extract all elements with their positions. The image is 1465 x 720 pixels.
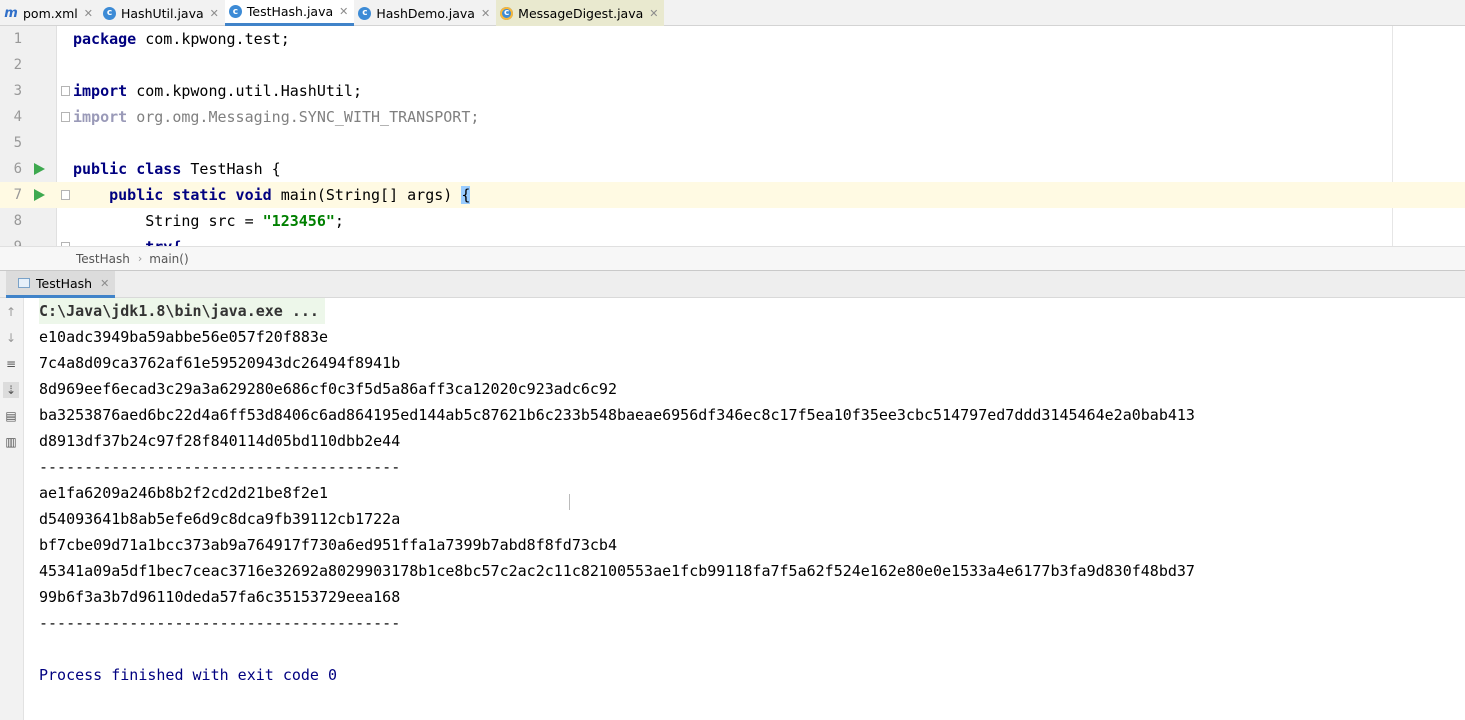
console-icon: [18, 278, 30, 288]
tab-run-testhash[interactable]: TestHash ✕: [6, 271, 116, 298]
tab-testhash-java[interactable]: c TestHash.java ✕: [224, 0, 355, 26]
line-number: 7: [0, 182, 22, 208]
tab-hashutil-java[interactable]: c HashUtil.java ✕: [99, 0, 225, 26]
text-cursor: [569, 494, 570, 510]
code-line[interactable]: 4 import org.omg.Messaging.SYNC_WITH_TRA…: [0, 104, 1465, 130]
tab-label: MessageDigest.java: [518, 5, 644, 21]
keyword: public static void: [109, 186, 272, 204]
line-number: 9: [0, 234, 22, 246]
code-line[interactable]: 9 try{: [0, 234, 1465, 246]
console-command-line: C:\Java\jdk1.8\bin\java.exe ...: [39, 298, 325, 324]
run-tab-label: TestHash: [36, 275, 93, 291]
library-class-icon: c: [500, 6, 514, 20]
close-icon[interactable]: ✕: [339, 5, 348, 18]
close-icon[interactable]: ✕: [84, 7, 93, 20]
keyword: import: [73, 108, 128, 126]
run-icon[interactable]: [34, 163, 45, 175]
code-line[interactable]: 5: [0, 130, 1465, 156]
tab-messagedigest-java[interactable]: c MessageDigest.java ✕: [496, 0, 665, 26]
console-line: d8913df37b24c97f28f840114d05bd110dbb2e44: [39, 432, 401, 450]
code-text: public static void main(String[] args) {: [73, 182, 471, 208]
console-separator: ----------------------------------------: [39, 614, 401, 632]
tab-label: HashUtil.java: [121, 5, 204, 21]
keyword: import: [73, 82, 128, 100]
chevron-right-icon: ›: [137, 252, 143, 265]
tab-pom-xml[interactable]: m pom.xml ✕: [0, 0, 99, 26]
code-fragment: org.omg.Messaging.SYNC_WITH_TRANSPORT;: [127, 108, 480, 126]
maven-icon: m: [4, 5, 18, 21]
console-line: ae1fa6209a246b8b2f2cd2d21be8f2e1: [39, 484, 328, 502]
matched-brace: {: [461, 186, 471, 204]
keyword: public class: [73, 160, 182, 178]
java-class-icon: c: [103, 6, 116, 20]
code-text-unused: import org.omg.Messaging.SYNC_WITH_TRANS…: [73, 104, 479, 130]
tab-label: TestHash.java: [246, 4, 334, 19]
code-text: String src = "123456";: [73, 208, 344, 234]
code-fragment: String src =: [73, 212, 263, 230]
code-line[interactable]: 1 package com.kpwong.test;: [0, 26, 1465, 52]
line-number: 1: [13, 31, 22, 47]
arrow-down-icon[interactable]: ↓: [3, 330, 19, 346]
line-number: 6: [13, 161, 22, 177]
trash-icon[interactable]: ▥: [3, 434, 19, 450]
close-icon[interactable]: ✕: [100, 277, 109, 290]
breadcrumb-item-class[interactable]: TestHash: [76, 252, 130, 266]
console-line: 8d969eef6ecad3c29a3a629280e686cf0c3f5d5a…: [39, 380, 617, 398]
process-finished-message: Process finished with exit code 0: [39, 666, 338, 684]
code-text: package com.kpwong.test;: [73, 26, 290, 52]
run-toolbar: ↑ ↓ ≡ ⇣ ▤ ▥: [0, 298, 24, 720]
console-line: bf7cbe09d71a1bcc373ab9a764917f730a6ed951…: [39, 536, 617, 554]
code-line[interactable]: 2: [0, 52, 1465, 78]
code-fragment: main(String[] args): [271, 186, 462, 204]
code-line[interactable]: 3 import com.kpwong.util.HashUtil;: [0, 78, 1465, 104]
java-class-icon: c: [358, 6, 372, 20]
breadcrumb-item-method[interactable]: main(): [149, 252, 188, 266]
code-text: try{: [73, 234, 181, 246]
run-tool-window-header: TestHash ✕: [0, 270, 1465, 298]
console-line: 7c4a8d09ca3762af61e59520943dc26494f8941b: [39, 354, 401, 372]
line-number: 5: [13, 135, 22, 151]
console-line: ba3253876aed6bc22d4a6ff53d8406c6ad864195…: [39, 406, 1195, 424]
code-line-current[interactable]: 7 public static void main(String[] args)…: [0, 182, 1465, 208]
fold-icon[interactable]: [61, 86, 70, 96]
fold-icon[interactable]: [61, 190, 70, 200]
code-text: import com.kpwong.util.HashUtil;: [73, 78, 362, 104]
editor-tab-bar: m pom.xml ✕ c HashUtil.java ✕ c TestHash…: [0, 0, 1465, 26]
close-icon[interactable]: ✕: [649, 7, 658, 20]
code-editor[interactable]: 1 package com.kpwong.test; 2 3 import co…: [0, 26, 1465, 246]
string-literal: "123456": [262, 212, 335, 230]
line-number: 4: [13, 109, 22, 125]
arrow-up-icon[interactable]: ↑: [3, 304, 19, 320]
line-number: 8: [13, 213, 22, 229]
close-icon[interactable]: ✕: [481, 7, 490, 20]
console-line: e10adc3949ba59abbe56e057f20f883e: [39, 328, 328, 346]
tab-label: HashDemo.java: [376, 5, 475, 21]
close-icon[interactable]: ✕: [210, 7, 219, 20]
fold-icon[interactable]: [61, 112, 70, 122]
code-fragment: com.kpwong.util.HashUtil;: [127, 82, 362, 100]
tab-hashdemo-java[interactable]: c HashDemo.java ✕: [354, 0, 496, 26]
console-separator: ----------------------------------------: [39, 458, 401, 476]
tab-label: pom.xml: [23, 5, 78, 21]
line-number: 2: [13, 57, 22, 73]
code-line[interactable]: 8 String src = "123456";: [0, 208, 1465, 234]
console-line: 99b6f3a3b7d96110deda57fa6c35153729eea168: [39, 588, 401, 606]
console-line: d54093641b8ab5efe6d9c8dca9fb39112cb1722a: [39, 510, 401, 528]
code-fragment: com.kpwong.test;: [136, 30, 290, 48]
scroll-to-end-icon[interactable]: ⇣: [3, 382, 19, 398]
run-icon[interactable]: [34, 189, 45, 201]
console-line: 45341a09a5df1bec7ceac3716e32692a80299031…: [39, 562, 1195, 580]
line-number: 3: [13, 83, 22, 99]
code-fragment: TestHash {: [181, 160, 281, 178]
console-output[interactable]: C:\Java\jdk1.8\bin\java.exe ... e10adc39…: [24, 298, 1465, 720]
soft-wrap-icon[interactable]: ≡: [3, 356, 19, 372]
java-class-icon: c: [228, 5, 242, 18]
breadcrumb: TestHash › main(): [0, 246, 1465, 270]
code-line[interactable]: 6 public class TestHash {: [0, 156, 1465, 182]
print-icon[interactable]: ▤: [3, 408, 19, 424]
code-fragment: ;: [334, 212, 344, 230]
code-text: public class TestHash {: [73, 156, 281, 182]
keyword: package: [73, 30, 137, 48]
